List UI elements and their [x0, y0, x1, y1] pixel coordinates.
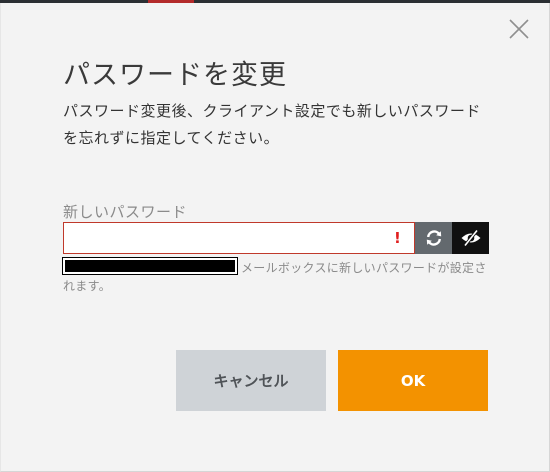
generate-password-button[interactable]: [415, 222, 452, 254]
error-indicator-icon: !: [394, 229, 401, 247]
dialog-title: パスワードを変更: [63, 60, 287, 91]
ok-button[interactable]: OK: [338, 350, 488, 411]
close-button[interactable]: [507, 17, 531, 41]
close-icon: [509, 19, 529, 39]
refresh-icon: [426, 230, 441, 246]
redacted-mailbox-address: [62, 257, 238, 275]
eye-slash-icon: [461, 229, 480, 247]
password-row: !: [63, 222, 489, 254]
new-password-input[interactable]: [63, 222, 415, 254]
dialog-description: パスワード変更後、クライアント設定でも新しいパスワードを忘れずに指定してください…: [63, 102, 481, 147]
change-password-dialog: パスワードを変更 パスワード変更後、クライアント設定でも新しいパスワードを忘れず…: [0, 3, 550, 472]
toggle-password-visibility-button[interactable]: [452, 222, 489, 254]
cancel-button[interactable]: キャンセル: [176, 350, 326, 411]
new-password-label: 新しいパスワード: [63, 203, 188, 221]
password-hint: メールボックスに新しいパスワードが設定されます。: [62, 257, 488, 295]
